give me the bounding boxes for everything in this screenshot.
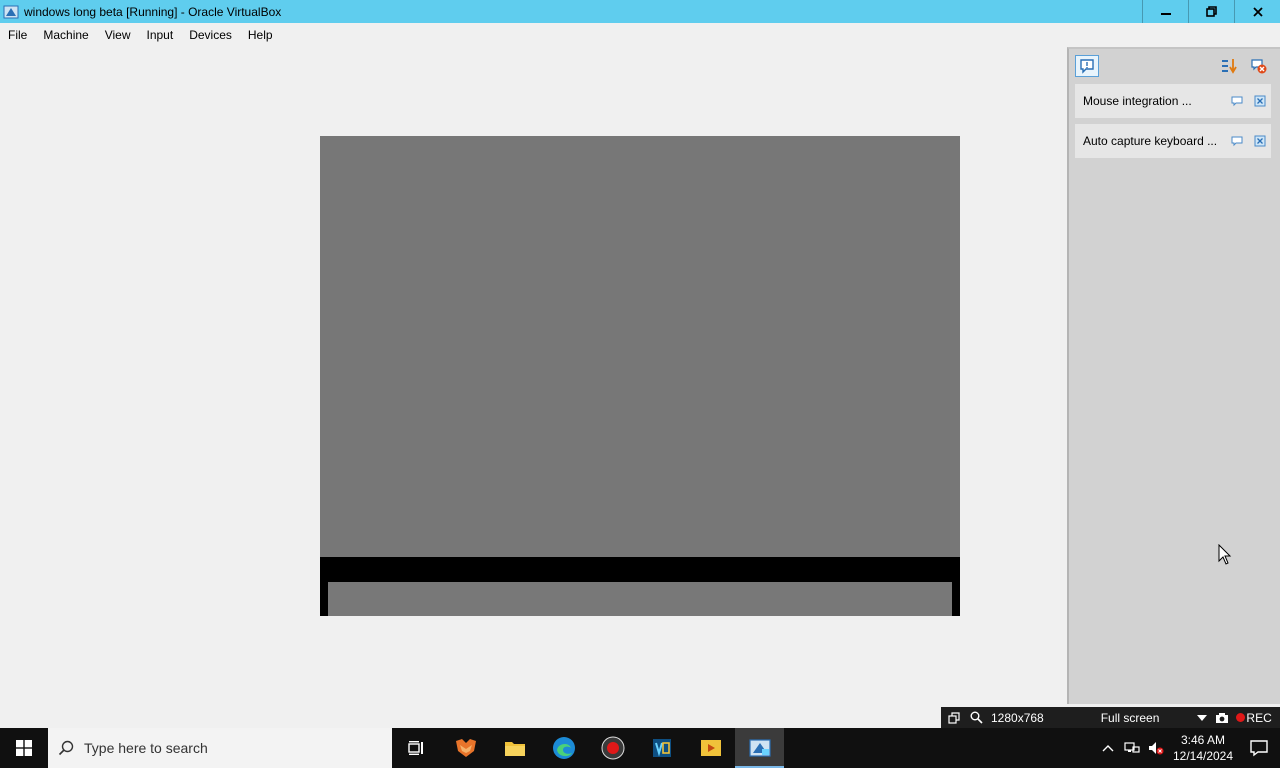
sort-icon — [1222, 59, 1237, 74]
menu-file[interactable]: File — [8, 28, 35, 42]
scaling-mode-select[interactable]: Full screen — [1101, 711, 1160, 725]
record-app-icon — [601, 736, 624, 760]
notification-toggle-icon[interactable] — [1231, 135, 1243, 147]
taskbar-app-edge[interactable] — [539, 728, 588, 768]
taskbar-app-virtualbox-manager[interactable] — [637, 728, 686, 768]
resolution-label: 1280x768 — [991, 710, 1044, 725]
notification-auto-capture-keyboard[interactable]: Auto capture keyboard ... — [1075, 124, 1271, 158]
search-placeholder: Type here to search — [84, 740, 208, 756]
folder-icon — [504, 742, 525, 756]
taskbar-app-recorder[interactable] — [588, 728, 637, 768]
sort-notifications-button[interactable] — [1219, 57, 1239, 75]
clock-time: 3:46 AM — [1180, 733, 1226, 747]
restore-button[interactable] — [1188, 0, 1234, 23]
minimize-button[interactable] — [1142, 0, 1188, 23]
action-center-button[interactable] — [1238, 728, 1280, 768]
windows-logo-icon — [16, 740, 32, 756]
notification-center: Mouse integration ... Auto capture keybo… — [1067, 47, 1280, 704]
notification-label: Mouse integration ... — [1083, 94, 1192, 108]
menu-devices[interactable]: Devices — [189, 28, 240, 42]
camera-icon[interactable] — [1213, 709, 1231, 727]
menu-machine[interactable]: Machine — [43, 28, 96, 42]
minimize-icon — [1160, 12, 1171, 15]
chevron-up-icon — [1102, 745, 1114, 752]
restore-window-icon[interactable] — [945, 709, 963, 727]
task-view-button[interactable] — [392, 728, 441, 768]
taskbar-app-fox[interactable] — [441, 728, 490, 768]
notification-center-toggle-button[interactable] — [1075, 55, 1099, 77]
virtualbox-vm-icon — [748, 739, 771, 757]
edge-browser-icon — [552, 737, 575, 759]
virtualbox-manager-icon — [652, 739, 671, 757]
fox-app-icon — [455, 739, 476, 757]
menu-input[interactable]: Input — [147, 28, 182, 42]
taskbar-search-box[interactable]: Type here to search — [48, 728, 392, 768]
taskbar-app-virtualbox-vm[interactable] — [735, 728, 784, 768]
vm-guest-taskbar[interactable] — [328, 582, 952, 616]
notification-close-icon[interactable] — [1254, 95, 1266, 107]
restore-icon — [1206, 6, 1217, 17]
vm-display[interactable] — [320, 136, 960, 616]
menu-view[interactable]: View — [105, 28, 139, 42]
start-button[interactable] — [0, 728, 48, 768]
notification-icon — [1250, 740, 1268, 757]
vm-status-bar: 1280x768 Full screen REC — [941, 707, 1280, 728]
title-bar[interactable]: windows long beta [Running] - Oracle Vir… — [0, 0, 1280, 23]
search-icon — [58, 740, 74, 756]
notification-center-header — [1069, 49, 1280, 83]
notification-toggle-icon[interactable] — [1231, 95, 1243, 107]
taskbar-clock[interactable]: 3:46 AM 12/14/2024 — [1168, 732, 1238, 764]
virtualbox-icon — [2, 3, 20, 21]
window-title: windows long beta [Running] - Oracle Vir… — [24, 4, 282, 19]
notification-close-icon[interactable] — [1254, 135, 1266, 147]
menu-bar: File Machine View Input Devices Help — [0, 23, 1280, 46]
taskbar-app-file-explorer[interactable] — [490, 728, 539, 768]
record-icon — [1235, 709, 1245, 727]
windows-taskbar: Type here to search 3:46 AM 12/14/2024 — [0, 728, 1280, 768]
recording-label[interactable]: REC — [1246, 711, 1271, 725]
network-icon[interactable] — [1120, 728, 1144, 768]
task-view-icon — [407, 741, 423, 755]
close-icon — [1252, 6, 1263, 17]
close-button[interactable] — [1234, 0, 1280, 23]
chevron-down-icon[interactable] — [1193, 709, 1211, 727]
media-player-icon — [700, 740, 721, 756]
taskbar-app-media[interactable] — [686, 728, 735, 768]
volume-muted-icon[interactable] — [1144, 728, 1168, 768]
clear-notifications-button[interactable] — [1249, 57, 1269, 75]
system-tray: 3:46 AM 12/14/2024 — [1096, 728, 1280, 768]
notification-label: Auto capture keyboard ... — [1083, 134, 1218, 148]
show-hidden-icons-button[interactable] — [1096, 728, 1120, 768]
notification-mouse-integration[interactable]: Mouse integration ... — [1075, 84, 1271, 118]
menu-help[interactable]: Help — [248, 28, 281, 42]
clear-all-icon — [1251, 59, 1267, 74]
clock-date: 12/14/2024 — [1172, 749, 1234, 763]
magnifier-icon[interactable] — [967, 709, 985, 727]
message-icon — [1080, 59, 1094, 74]
mouse-cursor-icon — [1218, 544, 1232, 565]
